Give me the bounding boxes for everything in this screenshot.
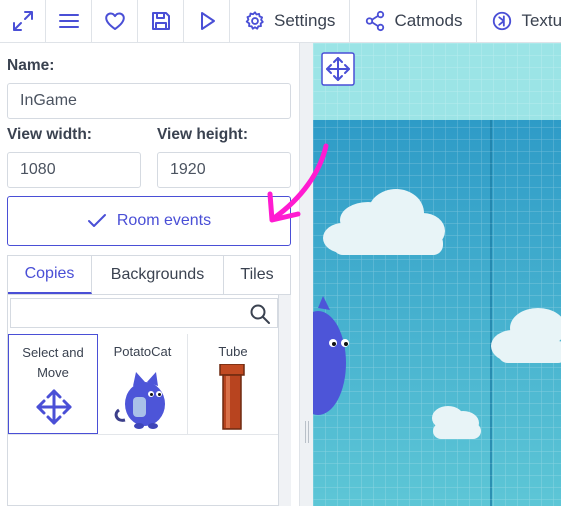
room-canvas[interactable] — [313, 43, 561, 506]
textures-tab[interactable]: Textu — [477, 0, 561, 42]
copy-item-label: PotatoCat — [113, 344, 172, 359]
copy-item-potatocat[interactable]: PotatoCat — [98, 334, 188, 434]
search-icon — [250, 304, 270, 324]
save-icon — [151, 12, 170, 30]
copies-search-input[interactable] — [10, 298, 278, 328]
name-input-value: InGame — [20, 92, 77, 109]
favorite-button[interactable] — [92, 0, 138, 42]
room-events-label: Room events — [116, 212, 212, 229]
copy-item-tube[interactable]: Tube — [188, 334, 278, 434]
annotation-arrow — [267, 143, 329, 223]
room-properties-panel: Name: InGame View width: View height: 10… — [0, 43, 300, 506]
tab-tiles[interactable]: Tiles — [224, 256, 290, 294]
settings-label: Settings — [274, 11, 336, 30]
texture-icon — [493, 11, 512, 31]
share-nodes-icon — [366, 10, 385, 32]
fullscreen-icon — [12, 11, 33, 31]
blue-cat-sprite — [114, 372, 165, 429]
move-arrows-icon — [36, 389, 72, 425]
tab-backgrounds[interactable]: Backgrounds — [92, 256, 224, 294]
tab-copies-label: Copies — [24, 265, 75, 282]
top-toolbar: Settings Catmods Textu — [0, 0, 561, 43]
splitter-grip — [305, 421, 309, 443]
view-width-value: 1080 — [20, 161, 56, 178]
room-scene — [313, 43, 561, 506]
textures-label: Textu — [521, 11, 561, 30]
play-icon — [200, 12, 215, 30]
tab-copies[interactable]: Copies — [8, 256, 92, 294]
room-events-button[interactable]: Room events — [7, 196, 291, 246]
view-height-label: View height: — [157, 126, 249, 143]
view-height-value: 1920 — [170, 161, 206, 178]
copies-grid: Select and Move PotatoCat Tube — [8, 334, 278, 435]
red-pipe-sprite — [219, 364, 245, 430]
asset-tabs: Copies Backgrounds Tiles — [7, 255, 291, 295]
settings-tab[interactable]: Settings — [230, 0, 351, 42]
play-button[interactable] — [184, 0, 230, 42]
copies-list: Select and Move PotatoCat Tube — [7, 295, 279, 506]
catmods-tab[interactable]: Catmods — [350, 0, 478, 42]
view-width-label: View width: — [7, 126, 92, 143]
save-button[interactable] — [138, 0, 184, 42]
copy-item-label: Tube — [218, 344, 248, 359]
heart-icon — [104, 12, 125, 30]
gear-icon — [245, 11, 264, 30]
panel-splitter[interactable] — [300, 43, 313, 506]
copy-item-label: Select and Move — [22, 345, 84, 380]
view-width-input[interactable]: 1080 — [7, 152, 141, 188]
check-icon — [87, 214, 106, 227]
catmods-label: Catmods — [394, 11, 463, 30]
name-label: Name: — [7, 57, 55, 74]
menu-button[interactable] — [46, 0, 92, 42]
tab-backgrounds-label: Backgrounds — [110, 266, 205, 283]
fullscreen-button[interactable] — [0, 0, 46, 42]
name-input[interactable]: InGame — [7, 83, 291, 119]
copy-item-select-move[interactable]: Select and Move — [8, 334, 98, 434]
tab-tiles-label: Tiles — [240, 266, 274, 283]
menu-icon — [58, 14, 79, 28]
copies-scrollbar[interactable] — [279, 295, 291, 506]
